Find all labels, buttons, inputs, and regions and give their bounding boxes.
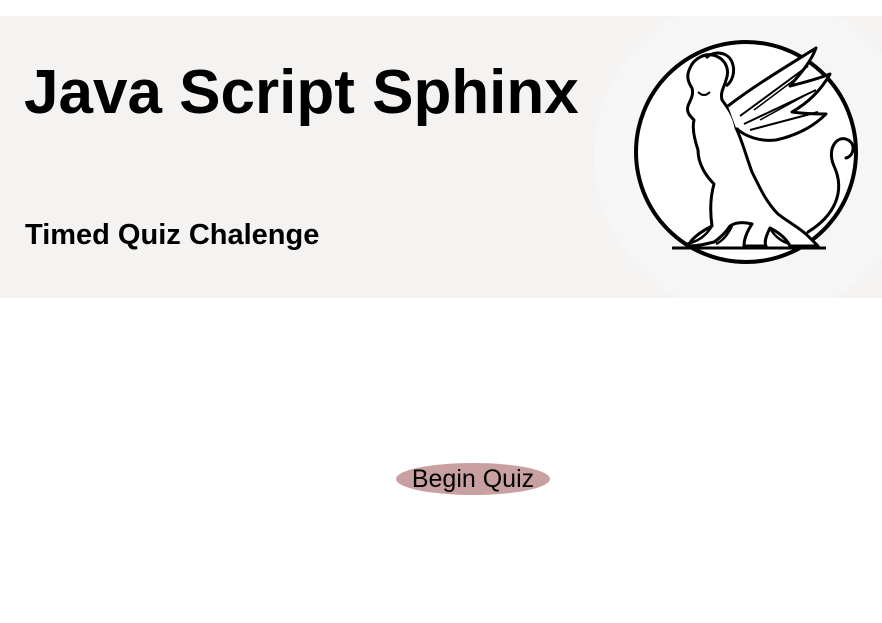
- page-title: Java Script Sphinx: [24, 58, 579, 127]
- sphinx-logo-icon: [594, 0, 882, 318]
- begin-quiz-button[interactable]: Begin Quiz: [396, 463, 550, 495]
- page-subtitle: Timed Quiz Chalenge: [25, 219, 320, 251]
- page-header: Java Script Sphinx Timed Quiz Chalenge: [0, 0, 882, 318]
- logo: [594, 0, 882, 318]
